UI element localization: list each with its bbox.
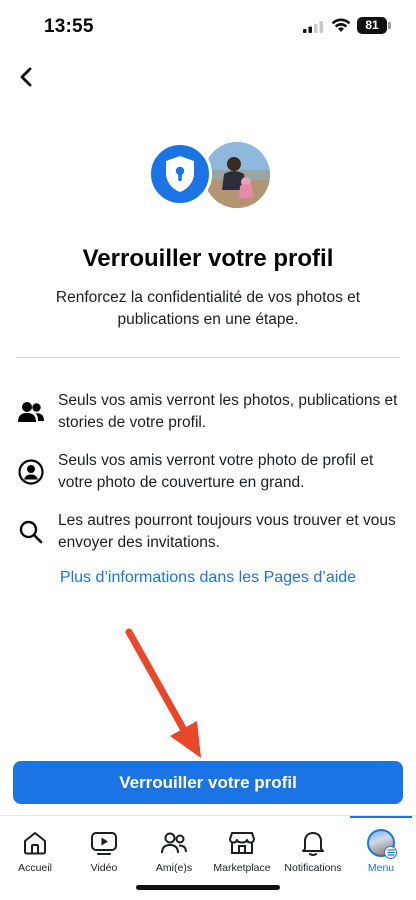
tab-marketplace[interactable]: Marketplace [207, 816, 277, 878]
menu-hamburger-icon [384, 846, 397, 859]
home-indicator [136, 885, 280, 890]
search-icon [16, 517, 46, 547]
battery-indicator: 81 [357, 17, 387, 34]
bell-icon [298, 828, 328, 858]
tab-label: Marketplace [213, 862, 271, 874]
hero-illustration [148, 140, 273, 208]
marketplace-icon [227, 828, 257, 858]
chevron-left-icon [20, 67, 32, 87]
feature-item-friends-only-photos: Seuls vos amis verront votre photo de pr… [16, 450, 406, 494]
annotation-arrow-icon [125, 628, 201, 758]
tab-amis[interactable]: Ami(e)s [139, 816, 209, 878]
tab-video[interactable]: Vidéo [69, 816, 139, 878]
feature-item-friends-only-posts: Seuls vos amis verront les photos, publi… [16, 390, 406, 434]
cellular-signal-icon [303, 21, 323, 33]
feature-text: Les autres pourront toujours vous trouve… [58, 512, 396, 551]
tab-accueil[interactable]: Accueil [0, 816, 70, 878]
friends-icon [16, 397, 46, 427]
tab-notifications[interactable]: Notifications [278, 816, 348, 878]
divider [16, 357, 400, 358]
home-icon [20, 828, 50, 858]
profile-photo [204, 142, 270, 208]
battery-nub [388, 22, 391, 29]
menu-avatar [367, 829, 397, 859]
tab-label: Notifications [284, 862, 342, 874]
back-button[interactable] [12, 62, 40, 92]
status-time: 13:55 [44, 16, 94, 37]
feature-text: Seuls vos amis verront les photos, publi… [58, 392, 398, 431]
status-bar: 13:55 81 [0, 0, 416, 54]
profile-circle-icon [16, 457, 46, 487]
shield-lock-badge [148, 142, 212, 206]
tab-menu[interactable]: Menu [346, 816, 416, 878]
feature-text: Seuls vos amis verront votre photo de pr… [58, 452, 374, 491]
video-icon [89, 828, 119, 858]
shield-lock-icon [166, 156, 194, 192]
profile-photo-image [204, 142, 270, 208]
lock-profile-button[interactable]: Verrouiller votre profil [13, 761, 403, 804]
tab-label: Vidéo [90, 862, 118, 874]
help-center-link[interactable]: Plus d’informations dans les Pages d’aid… [0, 569, 416, 587]
feature-item-still-findable: Les autres pourront toujours vous trouve… [16, 510, 406, 554]
tab-label: Ami(e)s [155, 862, 193, 874]
tab-label: Menu [367, 862, 395, 874]
tab-label: Accueil [18, 862, 52, 874]
avatar [366, 828, 397, 859]
friends-icon [159, 828, 189, 858]
page-title: Verrouiller votre profil [82, 245, 334, 272]
wifi-icon [331, 18, 351, 32]
page-subtitle: Renforcez la confidentialité de vos phot… [55, 289, 361, 328]
